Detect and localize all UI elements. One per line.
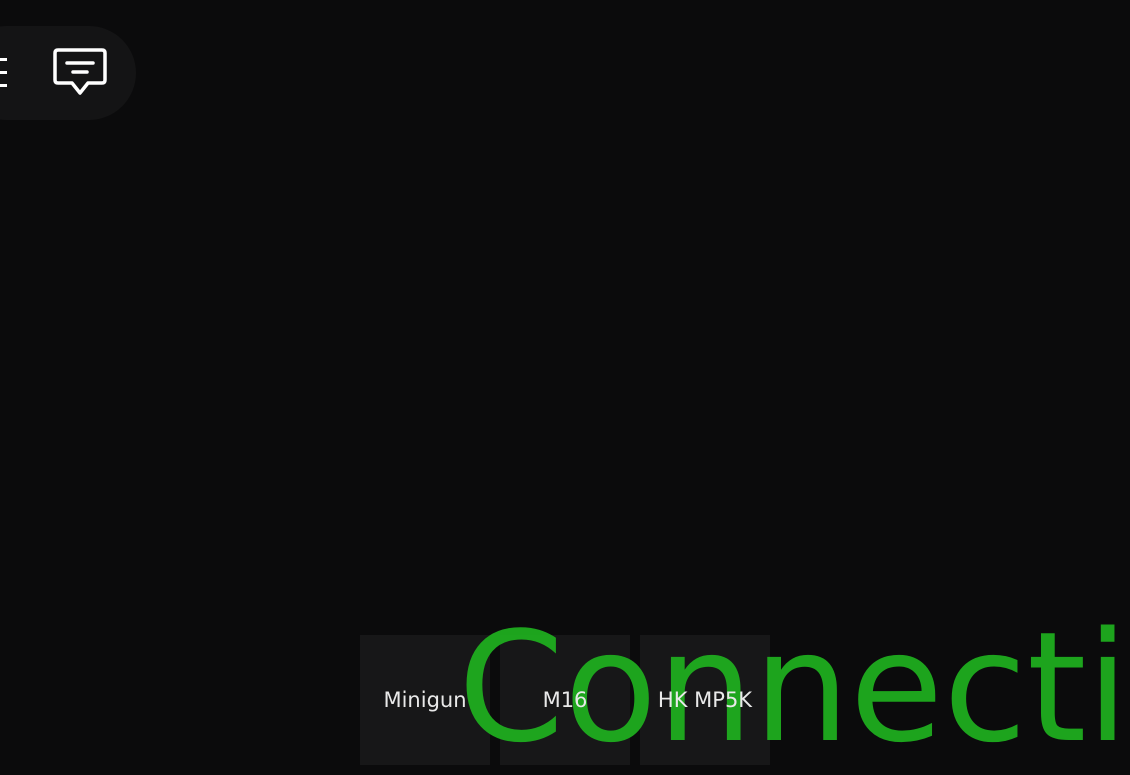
weapon-label: Minigun bbox=[383, 688, 467, 712]
chat-button[interactable] bbox=[52, 46, 108, 100]
weapon-label: M16 bbox=[542, 688, 588, 712]
game-screen: Minigun M16 HK MP5K Connectin bbox=[0, 0, 1130, 775]
weapon-slot-minigun[interactable]: Minigun bbox=[360, 635, 490, 765]
chat-bubble-icon bbox=[53, 48, 107, 95]
weapon-label: HK MP5K bbox=[657, 688, 753, 712]
weapon-slot-hk-mp5k[interactable]: HK MP5K bbox=[640, 635, 770, 765]
weapon-slot-m16[interactable]: M16 bbox=[500, 635, 630, 765]
hamburger-menu-icon bbox=[0, 58, 7, 87]
menu-icon[interactable] bbox=[0, 55, 8, 91]
